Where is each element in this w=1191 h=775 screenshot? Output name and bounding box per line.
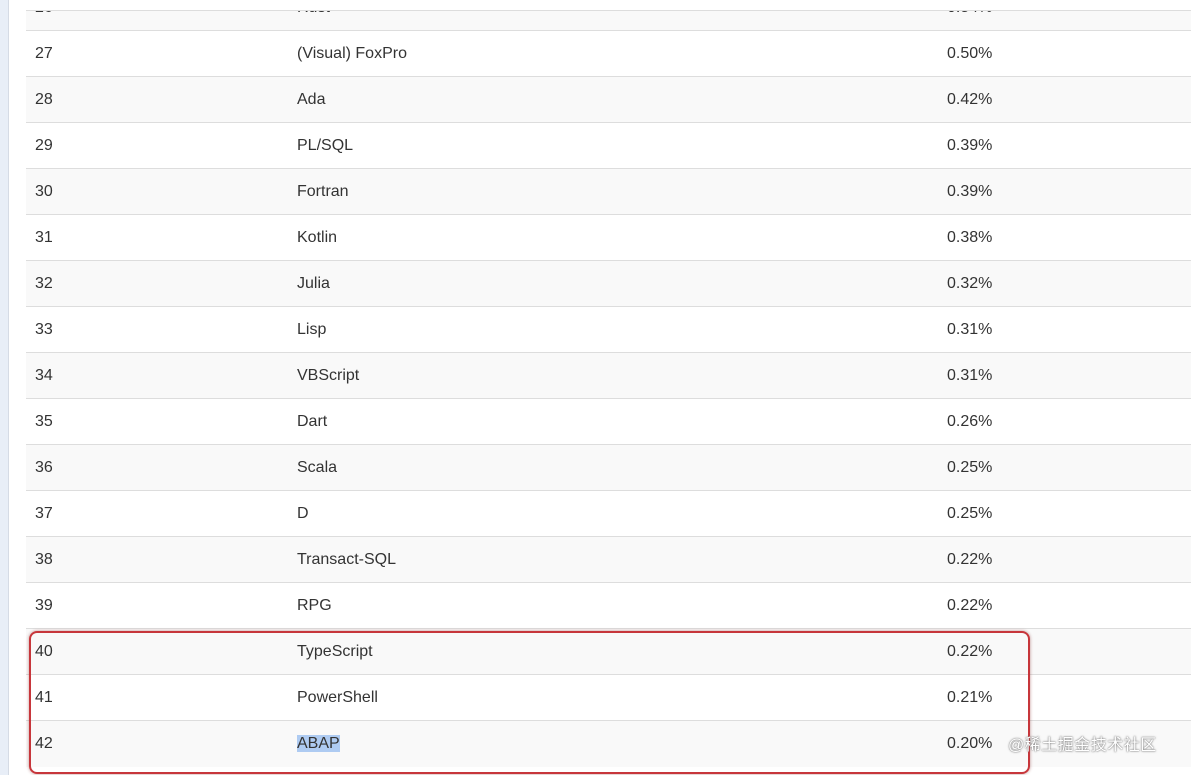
table-row: 27 (Visual) FoxPro 0.50% (26, 30, 1191, 77)
table-row: 34 VBScript 0.31% (26, 352, 1191, 399)
percent-cell: 0.25% (938, 444, 1191, 491)
percent-cell: 0.39% (938, 168, 1191, 215)
percent-cell: 0.26% (938, 398, 1191, 445)
percent-cell: 0.31% (938, 352, 1191, 399)
table-row: 32 Julia 0.32% (26, 260, 1191, 307)
table-row: 35 Dart 0.26% (26, 398, 1191, 445)
percent-cell: 0.22% (938, 582, 1191, 629)
percent-cell: 0.25% (938, 490, 1191, 537)
language-cell: Dart (288, 398, 938, 445)
rank-cell: 30 (26, 168, 288, 215)
table-row: 29 PL/SQL 0.39% (26, 122, 1191, 169)
language-cell: (Visual) FoxPro (288, 30, 938, 77)
language-cell: VBScript (288, 352, 938, 399)
table-row: 36 Scala 0.25% (26, 444, 1191, 491)
left-gutter (0, 0, 9, 775)
language-cell: Fortran (288, 168, 938, 215)
percent-cell: 0.42% (938, 76, 1191, 123)
ranking-page: 26 Rust 0.54% 27 (Visual) FoxPro 0.50% 2… (0, 0, 1191, 775)
rank-cell: 33 (26, 306, 288, 353)
ranking-table: 26 Rust 0.54% 27 (Visual) FoxPro 0.50% 2… (26, 0, 1191, 767)
rank-cell: 31 (26, 214, 288, 261)
rank-cell: 40 (26, 628, 288, 675)
table-row: 30 Fortran 0.39% (26, 168, 1191, 215)
rank-cell: 29 (26, 122, 288, 169)
rank-cell: 35 (26, 398, 288, 445)
language-cell: Transact-SQL (288, 536, 938, 583)
language-cell: PL/SQL (288, 122, 938, 169)
percent-cell: 0.39% (938, 122, 1191, 169)
rank-cell: 42 (26, 720, 288, 767)
language-cell: RPG (288, 582, 938, 629)
percent-cell: 0.31% (938, 306, 1191, 353)
percent-cell: 0.32% (938, 260, 1191, 307)
percent-cell: 0.22% (938, 628, 1191, 675)
language-cell: PowerShell (288, 674, 938, 721)
table-row: 33 Lisp 0.31% (26, 306, 1191, 353)
language-cell: Scala (288, 444, 938, 491)
watermark-text: @稀土掘金技术社区 (1008, 737, 1157, 754)
rank-cell: 36 (26, 444, 288, 491)
table-row: 31 Kotlin 0.38% (26, 214, 1191, 261)
language-cell: Lisp (288, 306, 938, 353)
language-cell: Kotlin (288, 214, 938, 261)
language-cell: TypeScript (288, 628, 938, 675)
rank-cell: 34 (26, 352, 288, 399)
percent-cell: 0.50% (938, 30, 1191, 77)
rank-cell: 38 (26, 536, 288, 583)
table-row: 37 D 0.25% (26, 490, 1191, 537)
rank-cell: 32 (26, 260, 288, 307)
rank-cell: 39 (26, 582, 288, 629)
language-cell: D (288, 490, 938, 537)
table-row: 40 TypeScript 0.22% (26, 628, 1191, 675)
table-row: 28 Ada 0.42% (26, 76, 1191, 123)
table-row: 39 RPG 0.22% (26, 582, 1191, 629)
percent-cell: 0.21% (938, 674, 1191, 721)
clipped-row-edge (26, 0, 1191, 11)
rank-cell: 41 (26, 674, 288, 721)
language-cell: Ada (288, 76, 938, 123)
selected-language-text[interactable]: ABAP (297, 735, 340, 753)
ranking-table-container: 26 Rust 0.54% 27 (Visual) FoxPro 0.50% 2… (26, 0, 1191, 767)
percent-cell: 0.22% (938, 536, 1191, 583)
language-cell: Julia (288, 260, 938, 307)
table-row: 38 Transact-SQL 0.22% (26, 536, 1191, 583)
rank-cell: 27 (26, 30, 288, 77)
rank-cell: 28 (26, 76, 288, 123)
table-row: 41 PowerShell 0.21% (26, 674, 1191, 721)
rank-cell: 37 (26, 490, 288, 537)
language-cell: ABAP (288, 720, 938, 767)
percent-cell: 0.38% (938, 214, 1191, 261)
